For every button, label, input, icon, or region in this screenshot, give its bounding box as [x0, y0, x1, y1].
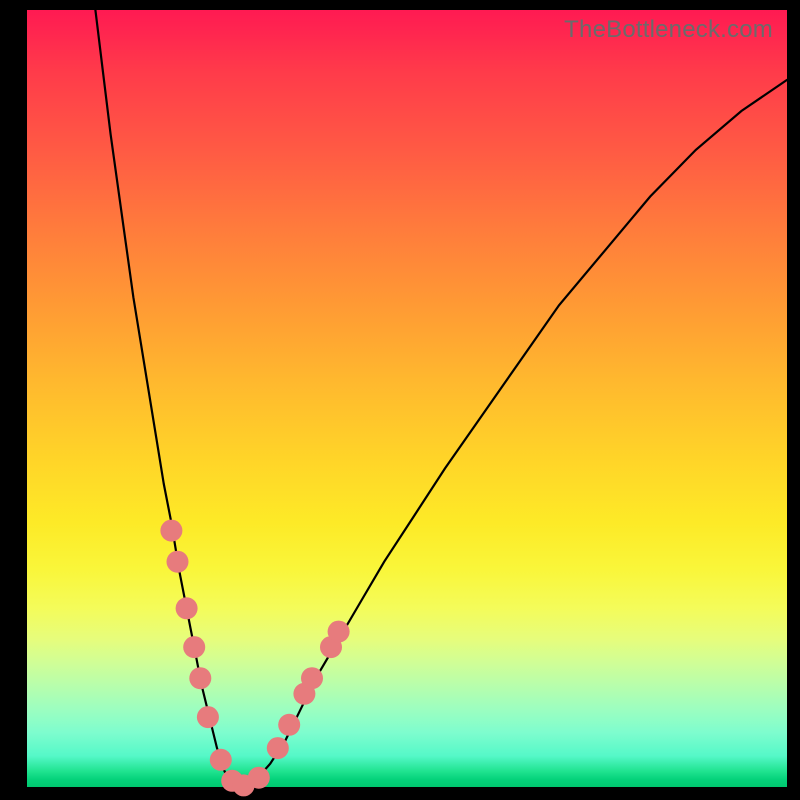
data-marker: [267, 737, 289, 759]
chart-svg: [27, 10, 787, 787]
marker-group: [160, 520, 349, 797]
data-marker: [176, 597, 198, 619]
data-marker: [328, 621, 350, 643]
chart-frame: TheBottleneck.com: [0, 0, 800, 800]
data-marker: [210, 749, 232, 771]
data-marker: [197, 706, 219, 728]
data-marker: [189, 667, 211, 689]
plot-area: TheBottleneck.com: [27, 10, 787, 787]
data-marker: [301, 667, 323, 689]
data-marker: [183, 636, 205, 658]
data-marker: [248, 767, 270, 789]
data-marker: [160, 520, 182, 542]
data-marker: [278, 714, 300, 736]
data-marker: [167, 551, 189, 573]
